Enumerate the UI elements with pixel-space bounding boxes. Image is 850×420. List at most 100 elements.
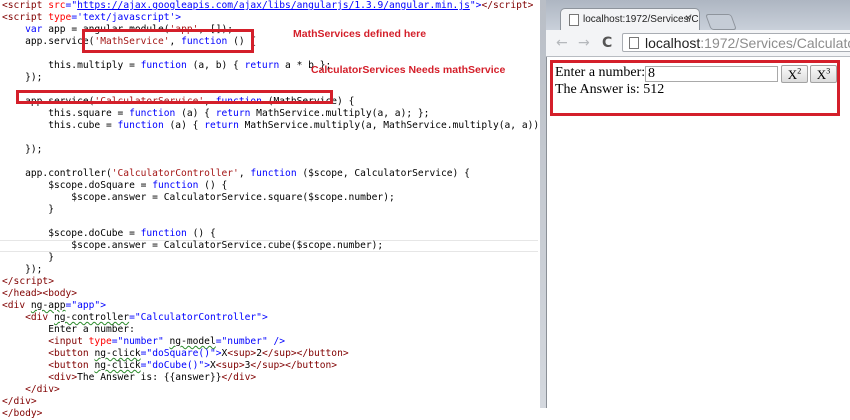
code-line: app.service('MathService', function () { <box>0 36 538 48</box>
code-token: </div> <box>221 372 257 383</box>
back-icon[interactable]: ← <box>556 35 568 51</box>
forward-icon[interactable]: → <box>578 35 590 51</box>
code-token: } <box>2 252 54 263</box>
code-token: ng-click <box>94 360 141 371</box>
code-line: </script> <box>0 276 538 288</box>
code-editor[interactable]: <script src="https://ajax.googleapis.com… <box>0 0 562 419</box>
cube-button-base: X <box>816 67 827 82</box>
code-token: ="CalculatorController"> <box>129 312 268 323</box>
code-token: <button <box>48 348 95 359</box>
code-token: }); <box>2 144 43 155</box>
code-line: <div ng-app="app"> <box>0 300 538 312</box>
browser-tab[interactable]: localhost:1972/Services/C × <box>560 8 700 30</box>
reload-icon[interactable]: C <box>602 35 612 51</box>
code-line: <button ng-click="doSquare()">X<sup>2</s… <box>0 348 538 360</box>
code-line: </div> <box>0 384 538 396</box>
code-token: }); <box>2 72 43 83</box>
code-token: ng-click <box>94 348 141 359</box>
code-line: }); <box>0 264 538 276</box>
code-token: this.cube = <box>2 120 118 131</box>
code-token: type <box>48 12 72 23</box>
code-token: </div> <box>2 396 37 407</box>
code-line: <div>The Answer is: {{answer}}</div> <box>0 372 538 384</box>
code-token: this.square = <box>2 108 130 119</box>
code-token: app.controller( <box>2 168 112 179</box>
code-line: } <box>0 204 538 216</box>
page-icon <box>569 14 579 26</box>
code-token: type <box>88 336 112 347</box>
code-token: <input <box>48 336 89 347</box>
code-token: 'CalculatorController' <box>111 168 239 179</box>
code-line: </head><body> <box>0 288 538 300</box>
code-token: <script <box>2 12 49 23</box>
window-frame <box>540 0 547 408</box>
page-content: Enter a number: 8 X2 X3 The Answer is: 5… <box>548 58 850 408</box>
code-token: "> <box>469 0 482 11</box>
close-tab-icon[interactable]: × <box>685 13 691 24</box>
code-line: } <box>0 252 538 264</box>
code-token: $scope.doSquare = <box>2 180 153 191</box>
square-button[interactable]: X2 <box>781 65 808 83</box>
code-token: $scope.doCube = <box>2 228 141 239</box>
browser-window: localhost:1972/Services/C × ← → C localh… <box>540 0 850 408</box>
code-token: https://ajax.googleapis.com/ajax/libs/an… <box>77 0 470 11</box>
code-token: ="app"> <box>65 300 106 311</box>
code-token: app.service( <box>2 36 95 47</box>
code-token: ="doSquare()"> <box>140 348 222 359</box>
code-line: </body> <box>0 408 538 420</box>
cube-button-exponent: 3 <box>826 66 831 76</box>
code-line: $scope.doSquare = function () { <box>0 180 538 192</box>
code-line: <input type="number" ng-model="number" /… <box>0 336 538 348</box>
code-token: ng-controller <box>54 312 130 323</box>
calculator-service-highlight-box <box>16 90 333 104</box>
code-token: , <box>238 168 251 179</box>
code-token: </head><body> <box>2 288 78 299</box>
page-icon <box>629 37 639 49</box>
code-token: <button <box>48 360 95 371</box>
code-token: src <box>48 0 66 11</box>
code-token: </script> <box>481 0 534 11</box>
address-bar[interactable]: localhost:1972/Services/CalculatorServic… <box>622 33 850 52</box>
code-token: ="number" /> <box>215 336 286 347</box>
code-token: $scope.answer = CalculatorService.cube($… <box>2 240 384 251</box>
code-token: <div <box>2 300 31 311</box>
code-token: }); <box>2 264 43 275</box>
code-token: $scope.answer = CalculatorService.square… <box>2 192 395 203</box>
code-line: var app = angular.module('app', []); <box>0 24 538 36</box>
code-token: function <box>129 108 176 119</box>
code-token: this.multiply = <box>2 60 141 71</box>
code-line: <button ng-click="doCube()">X<sup>3</sup… <box>0 360 538 372</box>
tab-strip: localhost:1972/Services/C × <box>546 0 850 30</box>
code-line: $scope.answer = CalculatorService.square… <box>0 192 538 204</box>
code-token: () { <box>198 180 228 191</box>
url-host: localhost <box>645 35 701 51</box>
code-line: <div ng-controller="CalculatorController… <box>0 312 538 324</box>
tab-title: localhost:1972/Services/C <box>583 14 699 25</box>
code-token: Enter a number: <box>2 324 135 335</box>
number-input[interactable]: 8 <box>645 66 778 82</box>
square-button-exponent: 2 <box>797 66 802 76</box>
cube-button[interactable]: X3 <box>810 65 837 83</box>
code-token: ="doCube()"> <box>140 360 210 371</box>
code-line: }); <box>0 144 538 156</box>
code-token: ng-model <box>169 336 216 347</box>
code-line: Enter a number: <box>0 324 538 336</box>
code-line: this.cube = function (a) { return MathSe… <box>0 120 562 132</box>
answer-text: The Answer is: 512 <box>555 82 665 97</box>
code-token: function <box>250 168 297 179</box>
new-tab-button[interactable] <box>705 14 737 30</box>
code-line: </div> <box>0 396 538 408</box>
code-token: ='text/javascript'> <box>71 12 182 23</box>
code-token: function <box>117 120 164 131</box>
code-token: return <box>244 60 280 71</box>
code-token: </div> <box>25 384 60 395</box>
